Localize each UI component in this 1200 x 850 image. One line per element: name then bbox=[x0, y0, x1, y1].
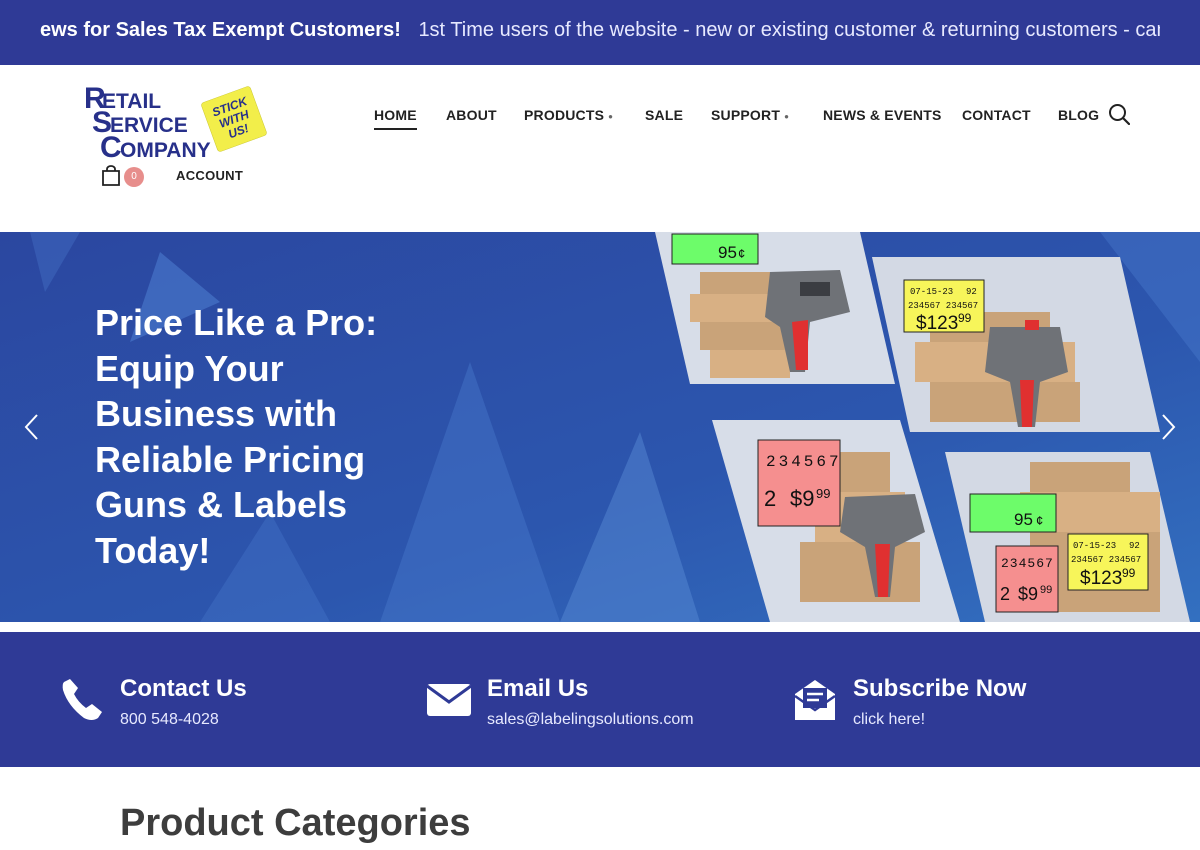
nav-blog[interactable]: BLOG bbox=[1058, 107, 1099, 123]
svg-text:99: 99 bbox=[958, 311, 972, 325]
pricing-gun-panel-1: 95 ¢ bbox=[655, 232, 895, 384]
nav-sale[interactable]: SALE bbox=[645, 107, 683, 123]
svg-text:234567 234567: 234567 234567 bbox=[908, 301, 978, 311]
svg-text:¢: ¢ bbox=[738, 246, 745, 261]
ticker-message: 1st Time users of the website - new or e… bbox=[418, 19, 1160, 41]
svg-text:92: 92 bbox=[1129, 541, 1140, 551]
svg-text:234567 234567: 234567 234567 bbox=[1071, 555, 1141, 565]
svg-text:07-15-23: 07-15-23 bbox=[1073, 541, 1116, 551]
hero-slider: 95 ¢ 07-15-23 92 234567 234567 $123 99 2… bbox=[0, 232, 1200, 622]
svg-text:$123: $123 bbox=[1080, 568, 1122, 589]
ticker-bold-text: ews for Sales Tax Exempt Customers! bbox=[40, 19, 401, 41]
nav-support-label: SUPPORT bbox=[711, 107, 781, 123]
product-categories-heading: Product Categories bbox=[120, 802, 471, 844]
nav-home[interactable]: HOME bbox=[374, 107, 417, 130]
logo-graphic: R ETAIL S ERVICE C OMPANY STICK WITH US! bbox=[84, 82, 267, 164]
svg-text:$9: $9 bbox=[790, 486, 814, 511]
search-icon[interactable] bbox=[1108, 103, 1130, 125]
pricing-gun-panel-2: 07-15-23 92 234567 234567 $123 99 bbox=[872, 257, 1160, 432]
chevron-right-icon[interactable] bbox=[1158, 412, 1178, 442]
pricing-gun-panel-4: 95 ¢ 07-15-23 92 234567 234567 $123 99 2… bbox=[945, 452, 1190, 622]
svg-text:07-15-23: 07-15-23 bbox=[910, 287, 953, 297]
svg-text:95: 95 bbox=[1014, 510, 1033, 529]
svg-text:$123: $123 bbox=[916, 313, 958, 334]
ticker-viewport: ews for Sales Tax Exempt Customers! 1st … bbox=[40, 0, 1160, 65]
logo-line3: OMPANY bbox=[120, 139, 211, 162]
ticker-text[interactable]: ews for Sales Tax Exempt Customers! 1st … bbox=[40, 19, 1160, 42]
svg-text:99: 99 bbox=[816, 486, 830, 501]
phone-number[interactable]: 800 548-4028 bbox=[120, 711, 219, 729]
chevron-down-icon: ● bbox=[784, 111, 790, 121]
svg-text:234567: 234567 bbox=[1001, 556, 1054, 571]
nav-about[interactable]: ABOUT bbox=[446, 107, 497, 123]
announcement-ticker: ews for Sales Tax Exempt Customers! 1st … bbox=[0, 0, 1200, 65]
nav-contact[interactable]: CONTACT bbox=[962, 107, 1031, 123]
phone-icon bbox=[62, 679, 102, 720]
nav-support[interactable]: SUPPORT ● bbox=[711, 107, 789, 123]
newsletter-icon bbox=[794, 680, 836, 720]
svg-text:92: 92 bbox=[966, 287, 977, 297]
svg-text:234567: 234567 bbox=[766, 453, 842, 471]
nav-products-label: PRODUCTS bbox=[524, 107, 605, 123]
logo-line2: ERVICE bbox=[110, 114, 188, 137]
svg-text:$9: $9 bbox=[1018, 584, 1038, 604]
svg-text:¢: ¢ bbox=[1036, 513, 1043, 528]
envelope-icon bbox=[426, 684, 472, 716]
contact-us-title: Contact Us bbox=[120, 675, 247, 702]
chevron-left-icon[interactable] bbox=[22, 412, 42, 442]
site-logo[interactable]: R ETAIL S ERVICE C OMPANY STICK WITH US! bbox=[72, 81, 272, 167]
nav-news-events[interactable]: NEWS & EVENTS bbox=[823, 107, 942, 123]
contact-bar: Contact Us 800 548-4028 Email Us sales@l… bbox=[0, 632, 1200, 767]
cart-count-badge: 0 bbox=[124, 167, 144, 187]
email-address[interactable]: sales@labelingsolutions.com bbox=[487, 711, 694, 729]
email-us-title: Email Us bbox=[487, 675, 589, 702]
site-header: R ETAIL S ERVICE C OMPANY STICK WITH US!… bbox=[0, 65, 1200, 232]
subscribe-title: Subscribe Now bbox=[853, 675, 1027, 702]
chevron-down-icon: ● bbox=[608, 111, 614, 121]
svg-text:95: 95 bbox=[718, 243, 737, 262]
hero-headline: Price Like a Pro: Equip Your Business wi… bbox=[95, 302, 378, 571]
account-link[interactable]: ACCOUNT bbox=[176, 168, 243, 183]
svg-text:2: 2 bbox=[1000, 584, 1010, 604]
shopping-bag-icon[interactable] bbox=[100, 165, 122, 187]
subscribe-link[interactable]: click here! bbox=[853, 711, 925, 729]
svg-text:99: 99 bbox=[1122, 566, 1136, 580]
svg-text:2: 2 bbox=[764, 486, 776, 511]
logo-c: C bbox=[100, 131, 122, 164]
svg-text:99: 99 bbox=[1040, 584, 1052, 596]
nav-products[interactable]: PRODUCTS ● bbox=[524, 107, 613, 123]
